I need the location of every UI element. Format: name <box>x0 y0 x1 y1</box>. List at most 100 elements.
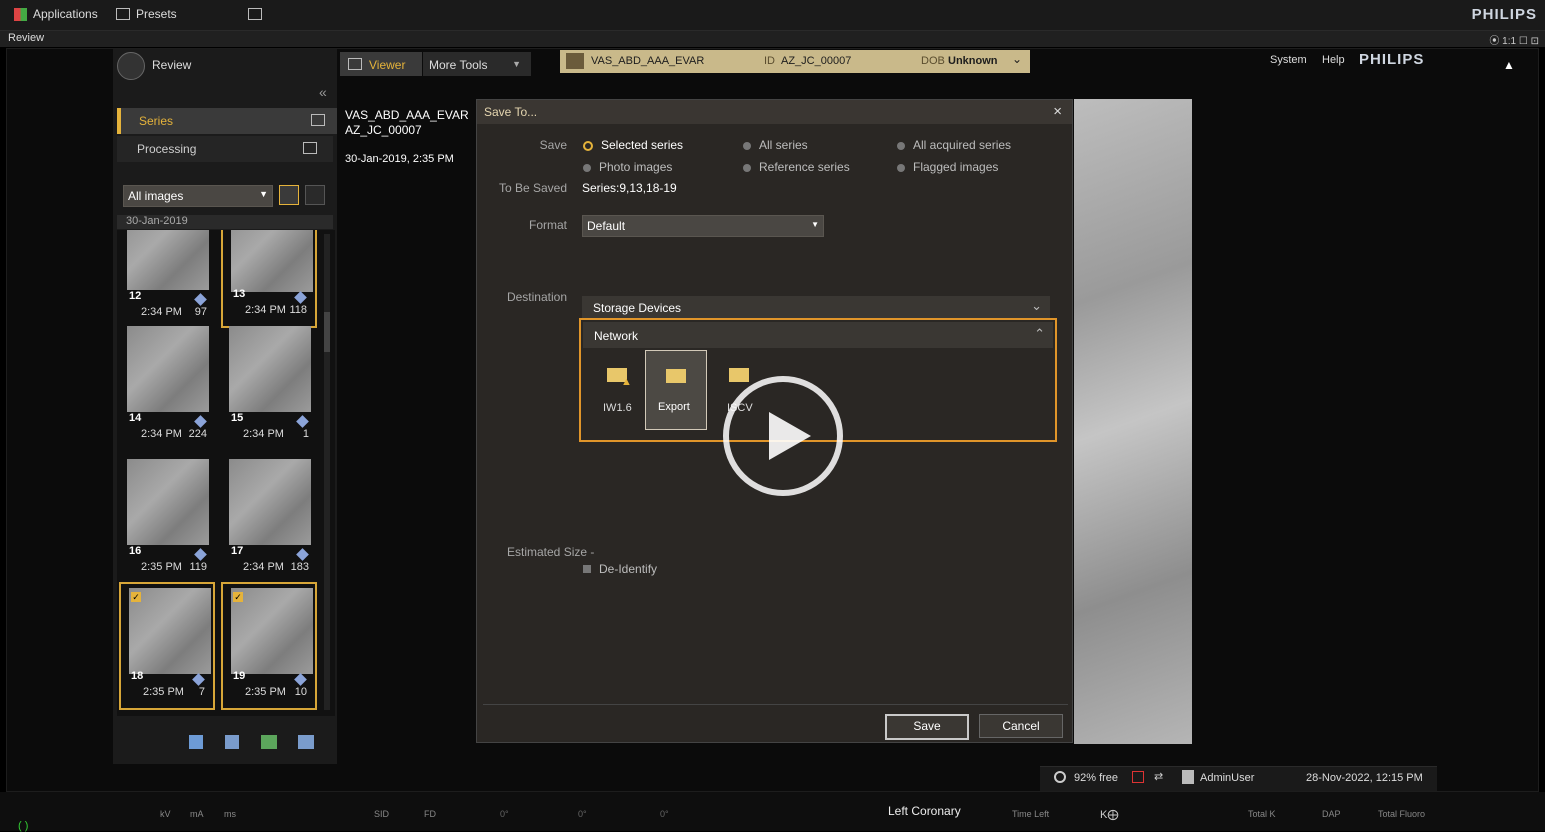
radio-selected-series[interactable]: Selected series <box>583 138 683 152</box>
series-type-icon <box>194 548 207 561</box>
presets-menu[interactable]: Presets <box>116 7 177 21</box>
selected-series-label: Selected series <box>601 138 684 152</box>
ma-label: mA <box>190 809 204 819</box>
dialog-title-bar: Save To... × <box>477 100 1072 124</box>
dap-label: DAP <box>1322 809 1341 819</box>
series-number: 18 <box>131 670 144 682</box>
list-view-icon[interactable] <box>305 185 325 205</box>
mouse-pointer-icon: ▲ <box>1503 58 1515 72</box>
destination-label: Destination <box>506 290 567 304</box>
network-header[interactable]: Network ⌃ <box>583 322 1053 348</box>
series-thumbnail[interactable]: 14 2:34 PM 224 <box>119 322 215 450</box>
all-acquired-label: All acquired series <box>913 138 1012 152</box>
brand-logo: PHILIPS <box>1471 6 1537 23</box>
grid-view-icon[interactable] <box>279 185 299 205</box>
series-time: 2:34 PM <box>243 561 284 573</box>
image-filter-value: All images <box>128 189 184 203</box>
export-icon[interactable] <box>261 735 277 749</box>
tab-viewer-label: Viewer <box>369 58 406 72</box>
photo-images-label: Photo images <box>599 160 673 174</box>
radio-flagged-images[interactable]: Flagged images <box>897 160 998 174</box>
cancel-button[interactable]: Cancel <box>979 714 1063 738</box>
applications-menu[interactable]: Applications <box>14 7 98 21</box>
thumbnail-image <box>129 588 211 674</box>
angle-3: 0° <box>660 809 669 819</box>
disk-icon <box>1054 771 1066 783</box>
destination-iw16[interactable]: ▲ IW1.6 <box>595 360 643 420</box>
series-thumbnail[interactable]: ✓ 18 2:35 PM 7 <box>119 582 215 710</box>
study-name: VAS_ABD_AAA_EVAR <box>345 108 469 122</box>
video-play-overlay[interactable] <box>723 376 843 496</box>
radio-all-acquired[interactable]: All acquired series <box>897 138 1011 152</box>
print-icon[interactable] <box>225 735 239 749</box>
copy-icon[interactable] <box>298 735 314 749</box>
collapse-icon[interactable]: « <box>319 84 327 100</box>
thumbnail-image <box>229 459 311 545</box>
flagged-images-label: Flagged images <box>913 160 999 174</box>
tab-processing[interactable]: Processing <box>117 136 333 162</box>
thumbnail-scrollbar[interactable] <box>324 234 330 710</box>
tab-more-tools[interactable]: More Tools ▼ <box>423 52 531 76</box>
series-thumbnail[interactable]: 17 2:34 PM 183 <box>221 455 317 583</box>
format-select[interactable]: Default ▼ <box>582 215 824 237</box>
deidentify-checkbox[interactable]: De-Identify <box>583 562 657 576</box>
mode-bar: Review ⦿ 1:1 ☐ ⊡ <box>0 31 1545 47</box>
patient-id-label: ID <box>764 55 775 67</box>
total-k-label: Total K <box>1248 809 1276 819</box>
sid-label: SID <box>374 809 390 819</box>
series-type-icon <box>294 673 307 686</box>
reference-series-label: Reference series <box>759 160 850 174</box>
system-menu[interactable]: System <box>1270 54 1307 66</box>
radio-photo-images[interactable]: Photo images <box>583 160 672 174</box>
tab-series[interactable]: Series <box>117 108 337 134</box>
series-time: 2:34 PM <box>141 306 182 318</box>
help-menu[interactable]: Help <box>1322 54 1345 66</box>
save-icon[interactable] <box>189 735 203 749</box>
tab-series-label: Series <box>139 114 174 128</box>
review-icon[interactable] <box>117 52 145 80</box>
scrollbar-thumb[interactable] <box>324 312 330 352</box>
settings-icon[interactable] <box>248 8 262 23</box>
radio-all-series[interactable]: All series <box>743 138 808 152</box>
series-count: 118 <box>289 304 307 316</box>
close-icon[interactable]: × <box>1053 103 1062 120</box>
tab-viewer[interactable]: Viewer <box>340 52 422 76</box>
transfer-icon: ⇄ <box>1154 771 1164 783</box>
destination-export[interactable]: Export <box>645 350 707 430</box>
radio-reference-series[interactable]: Reference series <box>743 160 850 174</box>
window-controls[interactable]: ⦿ 1:1 ☐ ⊡ <box>1489 32 1539 47</box>
storage-devices-header[interactable]: Storage Devices ⌄ <box>582 296 1050 320</box>
study-date: 30-Jan-2019, 2:35 PM <box>345 153 454 165</box>
all-series-label: All series <box>759 138 808 152</box>
thumbnail-image <box>231 230 313 292</box>
series-time: 2:35 PM <box>141 561 182 573</box>
series-thumbnail[interactable]: 15 2:34 PM 1 <box>221 322 317 450</box>
patient-bar[interactable]: VAS_ABD_AAA_EVAR ID AZ_JC_00007 DOB Unkn… <box>560 50 1030 73</box>
thumbnail-image <box>231 588 313 674</box>
series-thumbnail[interactable]: 12 2:34 PM 97 <box>119 230 215 328</box>
series-time: 2:34 PM <box>141 428 182 440</box>
viewer-icon <box>348 58 362 70</box>
tab-processing-label: Processing <box>137 142 197 156</box>
expand-patient-icon[interactable]: ⌄ <box>1012 52 1022 66</box>
radio-on-icon <box>583 140 593 151</box>
check-icon: ✓ <box>233 592 243 602</box>
radio-off-icon <box>897 141 905 150</box>
series-thumbnail[interactable]: 16 2:35 PM 119 <box>119 455 215 583</box>
series-count: 10 <box>294 686 307 698</box>
series-type-icon <box>296 415 309 428</box>
image-filter-select[interactable]: All images ▼ <box>123 185 273 207</box>
dialog-divider <box>483 704 1068 705</box>
dob-label: DOB <box>921 55 945 67</box>
series-thumbnail[interactable]: 13 2:34 PM 118 <box>221 230 317 328</box>
xray-image[interactable] <box>1074 99 1192 744</box>
series-thumbnail[interactable]: ✓ 19 2:35 PM 10 <box>221 582 317 710</box>
save-button[interactable]: Save <box>885 714 969 740</box>
series-time: 2:34 PM <box>243 428 284 440</box>
brand-logo-header: PHILIPS <box>1359 51 1425 68</box>
series-type-icon <box>194 415 207 428</box>
status-datetime: 28-Nov-2022, 12:15 PM <box>1306 772 1423 784</box>
ms-label: ms <box>224 809 236 819</box>
application-bar: Applications Presets PHILIPS <box>0 0 1545 31</box>
series-number: 14 <box>129 412 142 424</box>
